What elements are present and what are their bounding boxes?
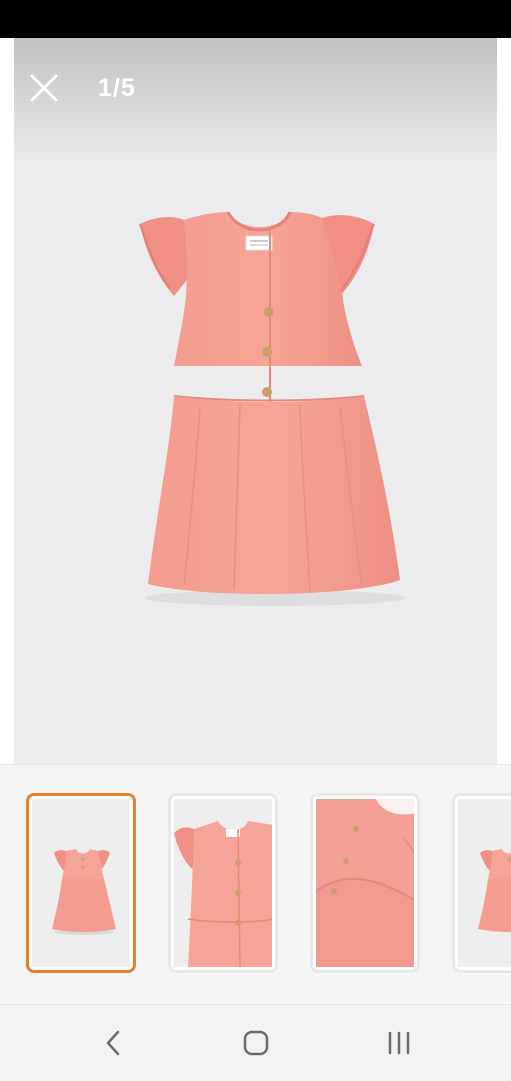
thumbnail-image [458,799,511,967]
home-button[interactable] [231,1023,281,1063]
close-icon [30,74,58,102]
status-bar [0,0,511,38]
thumbnail-4[interactable] [452,793,511,973]
back-button[interactable] [88,1023,138,1063]
close-button[interactable] [24,68,64,108]
thumbnail-image [174,799,272,967]
thumbnail-2[interactable] [168,793,278,973]
viewer-toolbar: 1/5 [0,38,511,138]
back-icon [106,1030,120,1056]
thumbnail-1[interactable] [26,793,136,973]
image-counter: 1/5 [98,74,136,102]
image-viewer[interactable] [0,38,511,764]
main-product-image[interactable] [14,38,497,764]
thumbnail-strip[interactable] [0,764,511,1005]
recents-icon [388,1031,410,1055]
thumbnail-3[interactable] [310,793,420,973]
home-icon [243,1030,269,1056]
thumbnail-image [32,799,130,967]
dress-illustration [139,211,405,606]
system-navigation-bar [0,1004,511,1081]
thumbnail-image [316,799,414,967]
recents-button[interactable] [374,1023,424,1063]
